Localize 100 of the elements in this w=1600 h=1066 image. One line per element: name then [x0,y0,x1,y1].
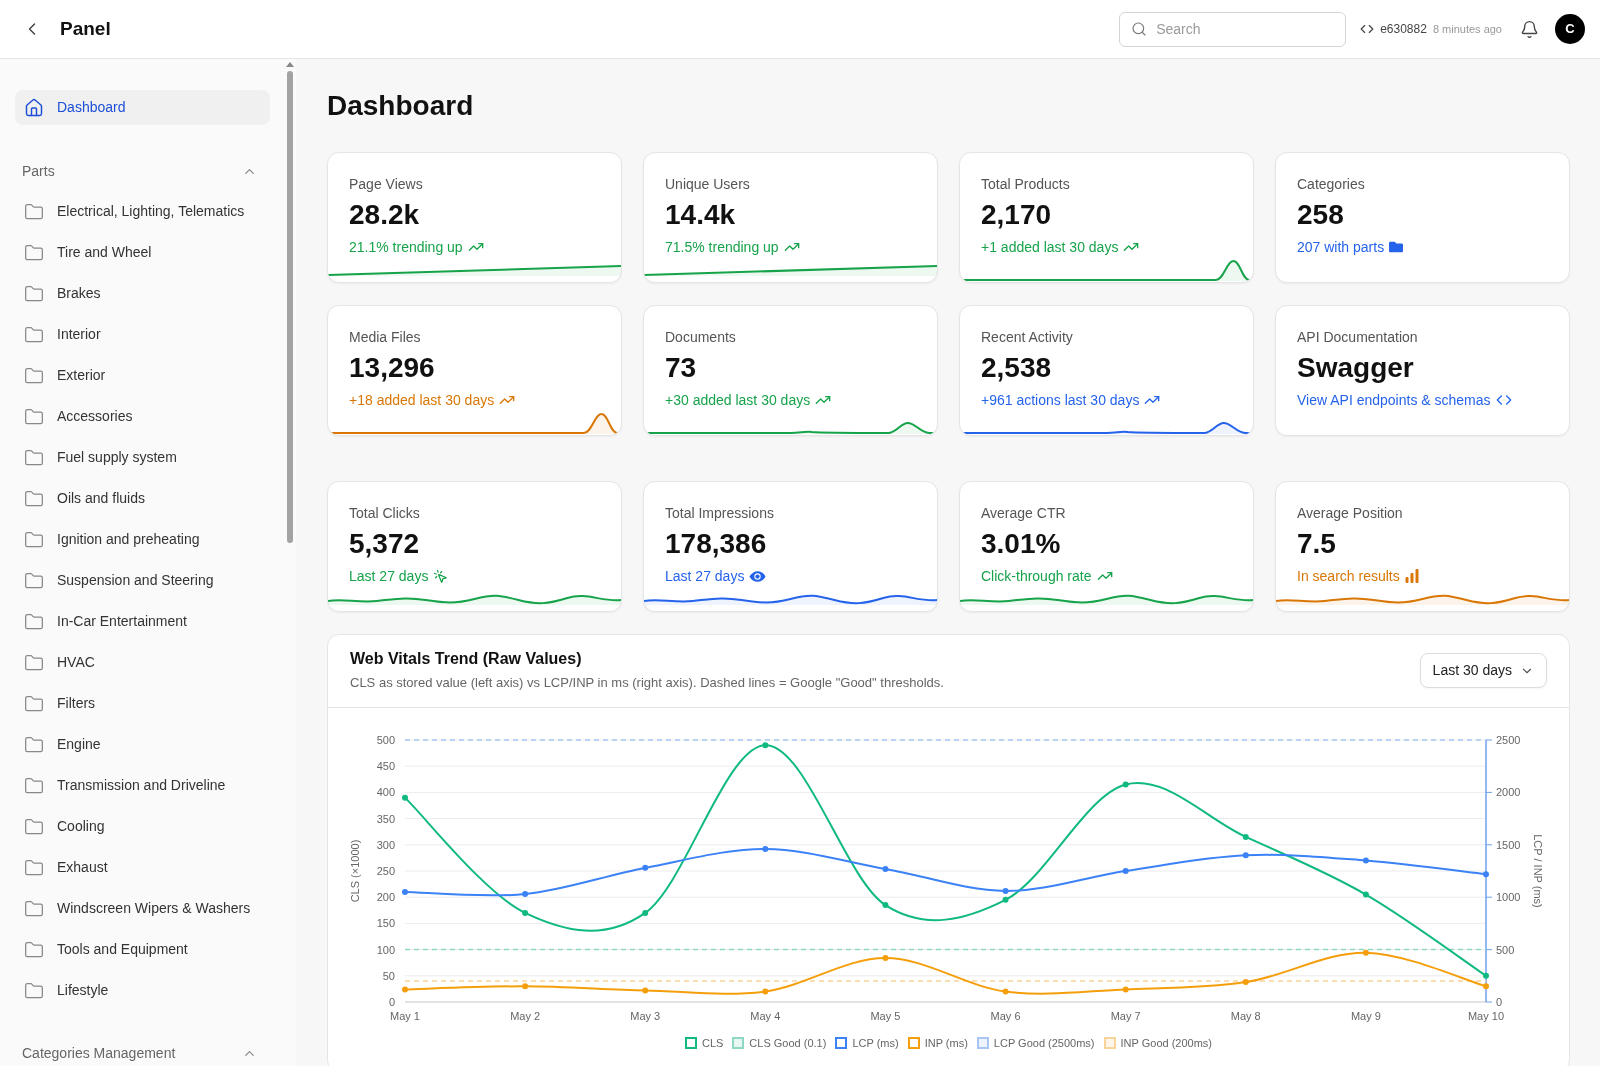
sidebar-item[interactable]: Brakes [15,273,270,314]
app-title: Panel [60,16,111,41]
card-value: 5,372 [349,528,421,560]
folder-icon [24,775,44,796]
data-point [882,955,889,961]
sidebar-item[interactable]: Exterior [15,355,270,396]
sidebar-item[interactable]: Filters [15,683,270,724]
folder-icon [24,488,44,509]
data-point [1122,868,1129,874]
data-point [1242,979,1249,986]
legend-swatch-icon [835,1037,848,1049]
range-dropdown[interactable]: Last 30 days [1419,653,1547,688]
api-docs-link[interactable]: View API endpoints & schemas [1297,390,1491,410]
legend-label[interactable]: INP (ms) [924,1034,968,1052]
avatar[interactable]: C [1555,14,1585,44]
sidebar-item[interactable]: HVAC [15,642,270,683]
sidebar-item[interactable]: Cooling [15,806,270,847]
data-point [402,986,408,993]
folder-icon [24,324,44,345]
axis-label: 1000 [1496,891,1521,904]
card-label: Average Position [1297,504,1404,523]
sidebar-item[interactable]: Tire and Wheel [15,232,270,273]
folder-icon [24,693,44,714]
card-value: 28.2k [349,199,421,231]
section-header[interactable]: Parts [15,161,270,181]
axis-label: May 7 [1110,1010,1141,1022]
code-icon [1495,392,1512,408]
sidebar-item[interactable]: Transmission and Driveline [15,765,270,806]
sidebar-item[interactable]: Accessories [15,396,270,437]
legend-label[interactable]: LCP Good (2500ms) [993,1034,1095,1052]
axis-label: May 8 [1230,1010,1261,1022]
sidebar-item[interactable]: Suspension and Steering [15,560,270,601]
card-value: 13,296 [349,352,436,384]
sidebar-item[interactable]: Windscreen Wipers & Washers [15,888,270,929]
axis-label: 200 [376,891,395,904]
data-point [1002,887,1009,894]
axis-label: 2500 [1496,734,1521,746]
sidebar-item[interactable]: Fuel supply system [15,437,270,478]
sidebar-item[interactable]: Electrical, Lighting, Telematics [15,191,270,232]
sidebar-item[interactable]: Exhaust [15,847,270,888]
data-point [522,909,529,916]
axis-label: May 6 [990,1010,1021,1022]
card-note: In search results [1297,567,1400,586]
sidebar-item[interactable]: Oils and fluids [15,478,270,519]
legend-label[interactable]: INP Good (200ms) [1120,1034,1213,1052]
card-label: API Documentation [1297,328,1419,347]
axis-title: CLS (×1000) [349,839,361,903]
scrollbar-thumb[interactable] [287,71,293,543]
sidebar-item[interactable]: Tools and Equipment [15,929,270,970]
axis-label: 0 [388,996,395,1008]
card-note: Last 27 days [349,567,429,586]
card-value: 14.4k [665,199,737,231]
legend-label[interactable]: CLS [701,1034,724,1052]
data-point [1362,857,1369,864]
pointer-click-icon [433,568,449,584]
card-label: Documents [665,328,737,347]
chart-subtitle: CLS as stored value (left axis) vs LCP/INP in ms (right axis). Dashed lines = Google "Good" thresholds. [350,674,944,692]
card-label: Total Products [981,175,1071,194]
bar-chart-icon [1404,569,1419,583]
sidebar-item[interactable]: Engine [15,724,270,765]
legend-swatch-icon [976,1037,989,1049]
section-header[interactable]: Categories Management [15,1043,270,1063]
card-value: 2,538 [981,352,1053,384]
search-field[interactable]: Search [1119,11,1347,47]
updated-time: 8 minutes ago [1432,21,1502,37]
search-icon [1131,20,1148,37]
sidebar-item[interactable]: Ignition and preheating [15,519,270,560]
code-icon [1360,22,1375,36]
axis-label: May 10 [1467,1010,1505,1022]
legend-swatch-icon [732,1037,745,1049]
folder-icon [24,242,44,263]
chart-title: Web Vitals Trend (Raw Values) [350,649,583,669]
sidebar-item[interactable]: Interior [15,314,270,355]
folder-icon [24,611,44,632]
card-label: Unique Users [665,175,751,194]
axis-label: 400 [376,786,395,799]
sidebar-item[interactable]: In-Car Entertainment [15,601,270,642]
data-point [1483,972,1489,979]
axis-label: 300 [376,838,395,851]
folder-icon [24,939,44,960]
data-point [402,888,408,895]
card-value: 178,386 [665,528,768,560]
data-point [642,909,649,916]
data-point [762,846,769,852]
data-point [1002,896,1009,903]
home-icon [24,97,44,118]
sidebar-item[interactable]: Dashboard [15,90,270,125]
card-label: Total Impressions [665,504,775,523]
sidebar-item[interactable]: Lifestyle [15,970,270,1011]
legend-label[interactable]: LCP (ms) [852,1034,899,1052]
axis-label: 350 [376,812,395,825]
scroll-up-arrow-icon[interactable] [286,62,294,67]
data-point [1362,891,1369,898]
card-note: 21.1% trending up [349,238,463,257]
card-note: +30 added last 30 days [665,391,811,410]
data-point [522,891,529,898]
legend-label[interactable]: CLS Good (0.1) [749,1034,827,1052]
folder-icon [24,857,44,878]
card-value: 73 [665,352,698,384]
card-note: 71.5% trending up [665,238,779,257]
